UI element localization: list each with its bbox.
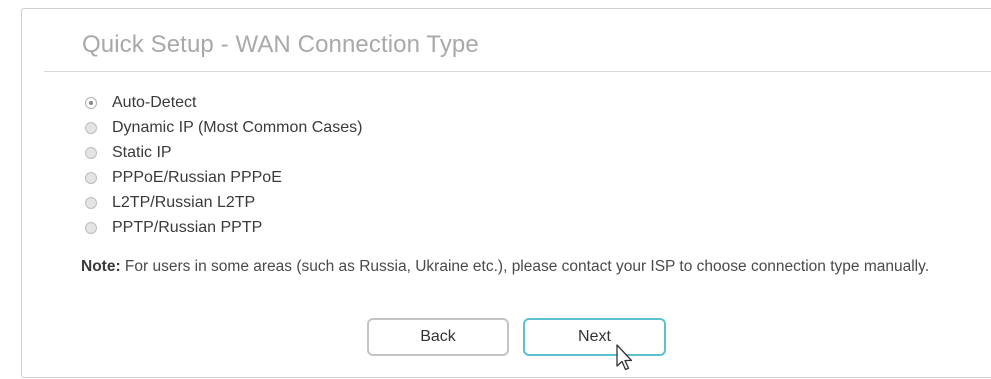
- radio-pptp[interactable]: [85, 221, 97, 234]
- option-label: Static IP: [112, 143, 172, 161]
- note-body: For users in some areas (such as Russia,…: [120, 258, 930, 275]
- option-l2tp[interactable]: L2TP/Russian L2TP: [85, 192, 362, 213]
- option-label: PPPoE/Russian PPPoE: [112, 168, 282, 186]
- note-text: Note: For users in some areas (such as R…: [81, 257, 941, 276]
- radio-dynamic-ip[interactable]: [85, 121, 97, 134]
- back-button[interactable]: Back: [367, 318, 509, 356]
- radio-static-ip[interactable]: [85, 146, 97, 159]
- radio-pppoe[interactable]: [85, 171, 97, 184]
- option-pppoe[interactable]: PPPoE/Russian PPPoE: [85, 167, 362, 188]
- option-dynamic-ip[interactable]: Dynamic IP (Most Common Cases): [85, 117, 362, 138]
- option-label: PPTP/Russian PPTP: [112, 218, 263, 236]
- note-label: Note:: [81, 258, 121, 275]
- title-divider: [44, 71, 991, 72]
- radio-l2tp[interactable]: [85, 196, 97, 209]
- option-label: L2TP/Russian L2TP: [112, 193, 256, 211]
- option-label: Auto-Detect: [112, 93, 197, 111]
- panel-title: Quick Setup - WAN Connection Type: [82, 31, 479, 58]
- option-label: Dynamic IP (Most Common Cases): [112, 118, 363, 136]
- radio-auto-detect[interactable]: [85, 96, 97, 109]
- wan-connection-type-options: Auto-Detect Dynamic IP (Most Common Case…: [85, 92, 362, 242]
- next-button[interactable]: Next: [523, 318, 666, 356]
- option-pptp[interactable]: PPTP/Russian PPTP: [85, 217, 362, 238]
- option-auto-detect[interactable]: Auto-Detect: [85, 92, 362, 113]
- option-static-ip[interactable]: Static IP: [85, 142, 362, 163]
